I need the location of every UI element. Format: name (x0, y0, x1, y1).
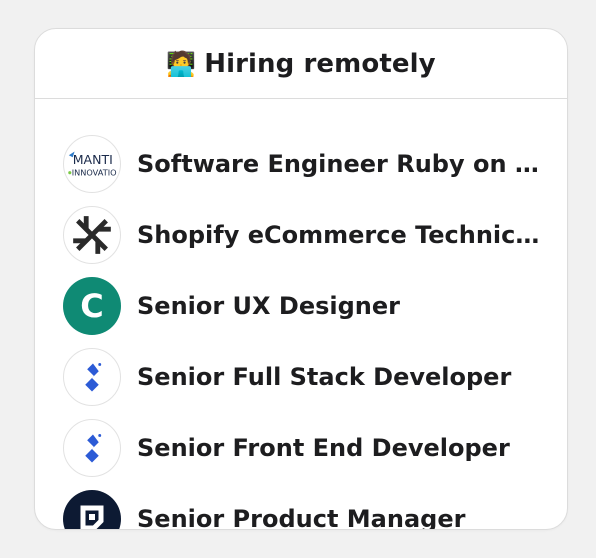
job-title: Senior Front End Developer (137, 433, 510, 462)
logo-letter: C (80, 286, 104, 325)
job-list-item[interactable]: Shopify eCommerce Technical Lead (35, 199, 567, 270)
job-list: MANTI INNOVATIO Software Engineer Ruby o… (35, 99, 567, 530)
letter-c-logo-icon: C (63, 276, 121, 335)
card-title: Hiring remotely (204, 48, 436, 79)
svg-text:MANTI: MANTI (73, 152, 113, 167)
job-title: Senior Full Stack Developer (137, 362, 512, 391)
technologist-emoji-icon: 🧑‍💻 (166, 49, 197, 78)
card-header: 🧑‍💻 Hiring remotely (35, 29, 567, 99)
square-bracket-logo-icon (63, 489, 121, 529)
job-list-item[interactable]: C Senior UX Designer (35, 270, 567, 341)
job-list-item[interactable]: Senior Product Manager (35, 483, 567, 530)
toptal-logo-icon (63, 418, 121, 477)
job-list-item[interactable]: Senior Full Stack Developer (35, 341, 567, 412)
job-title: Software Engineer Ruby on Rails (137, 149, 543, 178)
job-list-item[interactable]: MANTI INNOVATIO Software Engineer Ruby o… (35, 128, 567, 199)
job-title: Senior UX Designer (137, 291, 400, 320)
job-title: Shopify eCommerce Technical Lead (137, 220, 543, 249)
toptal-logo-icon (63, 347, 121, 406)
crossed-arrows-logo-icon (63, 205, 121, 264)
svg-text:INNOVATIO: INNOVATIO (72, 167, 117, 177)
hiring-remotely-card: 🧑‍💻 Hiring remotely MANTI INNOVATIO Soft… (34, 28, 568, 530)
job-title: Senior Product Manager (137, 504, 466, 530)
mantis-innovation-logo-icon: MANTI INNOVATIO (63, 134, 121, 193)
job-list-item[interactable]: Senior Front End Developer (35, 412, 567, 483)
